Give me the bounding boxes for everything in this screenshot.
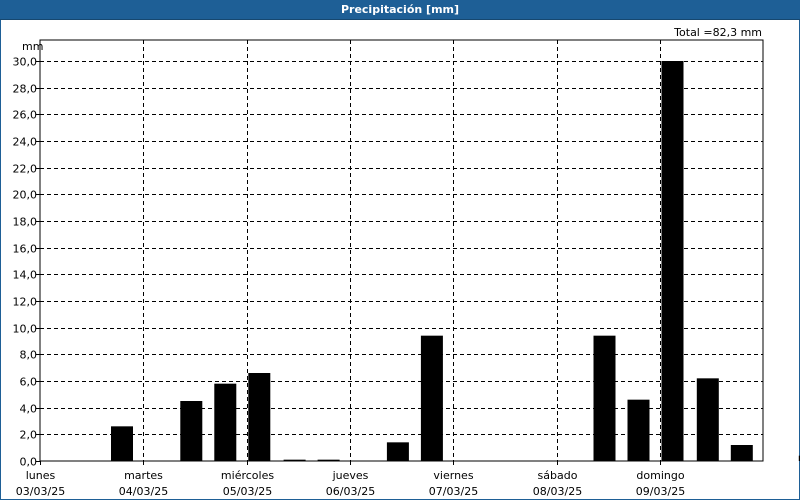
grid — [36, 39, 764, 465]
x-date-label: 09/03/25 — [636, 485, 685, 498]
total-label: Total =82,3 mm — [673, 26, 762, 39]
y-tick-label: 22,0 — [13, 163, 38, 176]
bars — [111, 61, 800, 461]
y-tick-label: 4,0 — [20, 403, 38, 416]
x-day-label: martes — [124, 469, 163, 482]
y-tick-label: 18,0 — [13, 216, 38, 229]
x-date-label: 06/03/25 — [326, 485, 375, 498]
y-tick-label: 10,0 — [13, 323, 38, 336]
precipitation-bar — [248, 373, 271, 461]
y-tick-label: 28,0 — [13, 83, 38, 96]
x-date-label: 03/03/25 — [16, 485, 65, 498]
y-tick-label: 6,0 — [20, 376, 38, 389]
x-day-label: sábado — [538, 469, 578, 482]
precipitation-bar — [283, 459, 306, 461]
x-date-label: 05/03/25 — [223, 485, 272, 498]
precipitation-bar — [661, 61, 684, 461]
y-tick-label: 24,0 — [13, 136, 38, 149]
x-day-label: lunes — [26, 469, 56, 482]
y-tick-label: 8,0 — [20, 349, 38, 362]
y-tick-label: 30,0 — [13, 56, 38, 69]
y-tick-label: 14,0 — [13, 269, 38, 282]
y-tick-label: 12,0 — [13, 296, 38, 309]
x-day-label: jueves — [332, 469, 369, 482]
x-day-label: domingo — [636, 469, 684, 482]
y-tick-label: 2,0 — [20, 429, 38, 442]
y-tick-label: 16,0 — [13, 243, 38, 256]
precipitation-bar — [317, 459, 340, 461]
x-day-label: viernes — [433, 469, 473, 482]
precipitation-bar — [696, 378, 719, 461]
plot-area-border — [39, 39, 764, 462]
x-day-label: miércoles — [221, 469, 274, 482]
y-tick-label: 20,0 — [13, 189, 38, 202]
y-tick-label: 26,0 — [13, 109, 38, 122]
precipitation-bar — [386, 442, 409, 461]
precipitation-bar — [627, 399, 650, 461]
precipitation-bar — [420, 335, 443, 461]
precipitation-bar — [593, 335, 616, 461]
precipitation-bar — [180, 401, 203, 461]
y-tick-label: 0,0 — [20, 456, 38, 469]
x-date-label: 08/03/25 — [533, 485, 582, 498]
precipitation-bar — [730, 445, 753, 461]
precipitation-chart: Total =82,3 mm mm 0,02,04,06,08,010,012,… — [13, 26, 800, 498]
precipitation-bar — [111, 426, 133, 461]
precipitation-bar — [214, 383, 237, 461]
x-date-label: 04/03/25 — [119, 485, 168, 498]
x-date-label: 07/03/25 — [429, 485, 478, 498]
